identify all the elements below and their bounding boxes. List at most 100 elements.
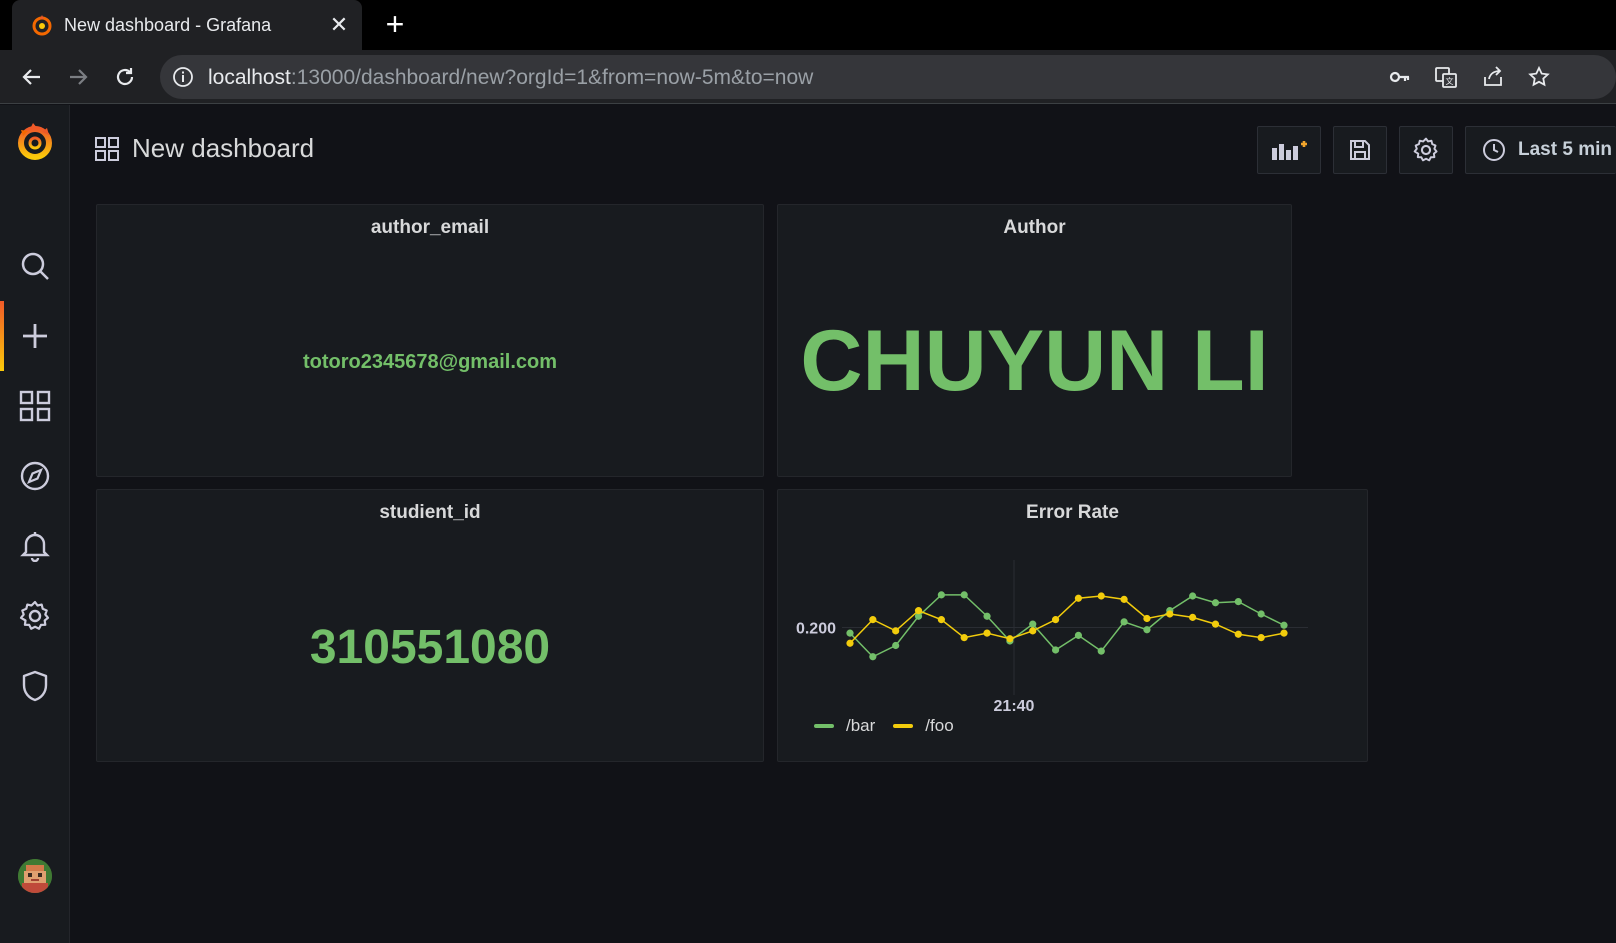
new-tab-button[interactable]: + — [378, 8, 412, 42]
data-point-foo[interactable] — [960, 634, 968, 642]
dashboards-grid-icon — [95, 136, 119, 161]
data-point-foo[interactable] — [1006, 635, 1014, 643]
reload-button[interactable] — [110, 62, 140, 92]
data-point-foo[interactable] — [1189, 613, 1197, 621]
data-point-bar[interactable] — [1234, 598, 1242, 606]
dashboards-icon — [19, 390, 51, 422]
data-point-foo[interactable] — [1120, 595, 1128, 603]
data-point-bar[interactable] — [1051, 646, 1060, 654]
site-info-icon[interactable] — [172, 66, 194, 88]
panel-title[interactable]: author_email — [97, 217, 763, 239]
data-point-bar[interactable] — [1280, 621, 1288, 629]
address-bar[interactable]: localhost:13000/dashboard/new?orgId=1&fr… — [160, 55, 1616, 99]
data-point-bar[interactable] — [1257, 610, 1265, 618]
data-point-bar[interactable] — [1143, 626, 1151, 634]
data-point-bar[interactable] — [846, 629, 854, 637]
sidebar-item-search[interactable] — [0, 231, 70, 301]
panel-title[interactable]: Author — [778, 217, 1291, 239]
sidebar-item-configuration[interactable] — [0, 581, 70, 651]
data-point-bar[interactable] — [1029, 620, 1037, 628]
data-point-bar[interactable] — [1211, 599, 1220, 607]
back-button[interactable] — [17, 62, 47, 92]
add-panel-button[interactable] — [1257, 126, 1321, 174]
reload-icon — [116, 68, 134, 86]
bell-icon — [20, 532, 50, 562]
panel-student-id[interactable]: studient_id 310551080 — [96, 489, 764, 762]
data-point-bar[interactable] — [960, 591, 968, 599]
data-point-foo[interactable] — [892, 627, 900, 635]
sidebar-item-create[interactable] — [0, 301, 70, 371]
stat-value: CHUYUN LI — [800, 313, 1269, 409]
data-point-foo[interactable] — [846, 639, 854, 647]
data-point-foo[interactable] — [1257, 634, 1265, 642]
data-point-foo[interactable] — [1029, 627, 1037, 635]
legend-label: /bar — [846, 716, 876, 735]
data-point-bar[interactable] — [1120, 618, 1128, 626]
sidebar-item-dashboards[interactable] — [0, 371, 70, 441]
legend-item-bar[interactable]: /bar — [814, 716, 875, 736]
grafana-favicon-icon — [32, 15, 52, 36]
data-point-foo[interactable] — [1280, 629, 1288, 637]
panel-author-email[interactable]: author_email totoro2345678@gmail.com — [96, 204, 764, 477]
plus-icon — [23, 324, 47, 348]
data-point-bar[interactable] — [1189, 592, 1197, 600]
forward-button[interactable] — [63, 62, 93, 92]
sidebar-item-alerting[interactable] — [0, 511, 70, 581]
panel-author[interactable]: Author CHUYUN LI — [777, 204, 1292, 477]
time-picker-button[interactable]: Last 5 min — [1465, 126, 1616, 174]
grafana-logo-icon[interactable] — [13, 119, 57, 163]
explore-icon — [20, 461, 50, 491]
gear-icon — [1413, 137, 1438, 162]
data-point-foo[interactable] — [1143, 614, 1151, 623]
key-icon[interactable] — [1388, 65, 1412, 89]
gear-icon — [19, 600, 50, 630]
bookmark-star-icon[interactable] — [1527, 65, 1551, 89]
clock-icon — [1483, 139, 1505, 161]
data-point-foo[interactable] — [1211, 620, 1220, 628]
data-point-foo[interactable] — [869, 616, 877, 624]
y-axis-tick-label: 0.200 — [796, 621, 836, 638]
data-point-foo[interactable] — [1074, 594, 1083, 602]
url-host: localhost — [208, 66, 291, 89]
sidebar-item-explore[interactable] — [0, 441, 70, 511]
data-point-bar[interactable] — [937, 591, 945, 599]
save-dashboard-button[interactable] — [1333, 126, 1387, 174]
browser-toolbar: localhost:13000/dashboard/new?orgId=1&fr… — [0, 50, 1616, 104]
x-axis-tick-label: 21:40 — [994, 698, 1035, 715]
save-icon — [1350, 140, 1370, 160]
data-point-bar[interactable] — [869, 653, 877, 661]
panel-title[interactable]: studient_id — [97, 502, 763, 524]
data-point-foo[interactable] — [983, 629, 991, 637]
data-point-foo[interactable] — [914, 607, 923, 615]
legend-swatch — [893, 724, 914, 728]
chart-legend: /bar /foo — [814, 716, 972, 736]
data-point-bar[interactable] — [983, 612, 991, 620]
data-point-foo[interactable] — [1051, 616, 1060, 624]
data-point-bar[interactable] — [1097, 647, 1105, 655]
dashboard-settings-button[interactable] — [1399, 126, 1453, 174]
arrow-left-icon — [22, 69, 40, 85]
panel-error-rate[interactable]: Error Rate 0.200 21:40 /bar /foo — [777, 489, 1368, 762]
url-text[interactable]: localhost:13000/dashboard/new?orgId=1&fr… — [208, 66, 813, 90]
add-panel-icon — [1272, 141, 1307, 160]
tab-close-icon[interactable]: ✕ — [324, 12, 354, 38]
data-point-foo[interactable] — [1166, 610, 1174, 618]
data-point-bar[interactable] — [892, 641, 900, 650]
data-point-foo[interactable] — [1097, 592, 1105, 600]
url-path: :13000/dashboard/new?orgId=1&from=now-5m… — [290, 66, 814, 89]
sidebar-item-server-admin[interactable] — [0, 651, 70, 721]
legend-item-foo[interactable]: /foo — [893, 716, 954, 736]
arrow-right-icon — [70, 69, 88, 85]
browser-tab[interactable]: New dashboard - Grafana ✕ — [12, 0, 362, 50]
user-avatar[interactable] — [18, 859, 52, 893]
shield-icon — [22, 670, 48, 702]
stat-value: totoro2345678@gmail.com — [302, 351, 558, 373]
data-point-foo[interactable] — [937, 616, 945, 624]
share-icon[interactable] — [1481, 65, 1505, 89]
data-point-bar[interactable] — [1074, 631, 1083, 639]
legend-label: /foo — [925, 716, 954, 735]
translate-icon[interactable]: 文 — [1434, 65, 1458, 89]
dashboard-title[interactable]: New dashboard — [132, 133, 314, 164]
search-icon — [21, 252, 49, 280]
data-point-foo[interactable] — [1234, 630, 1242, 638]
